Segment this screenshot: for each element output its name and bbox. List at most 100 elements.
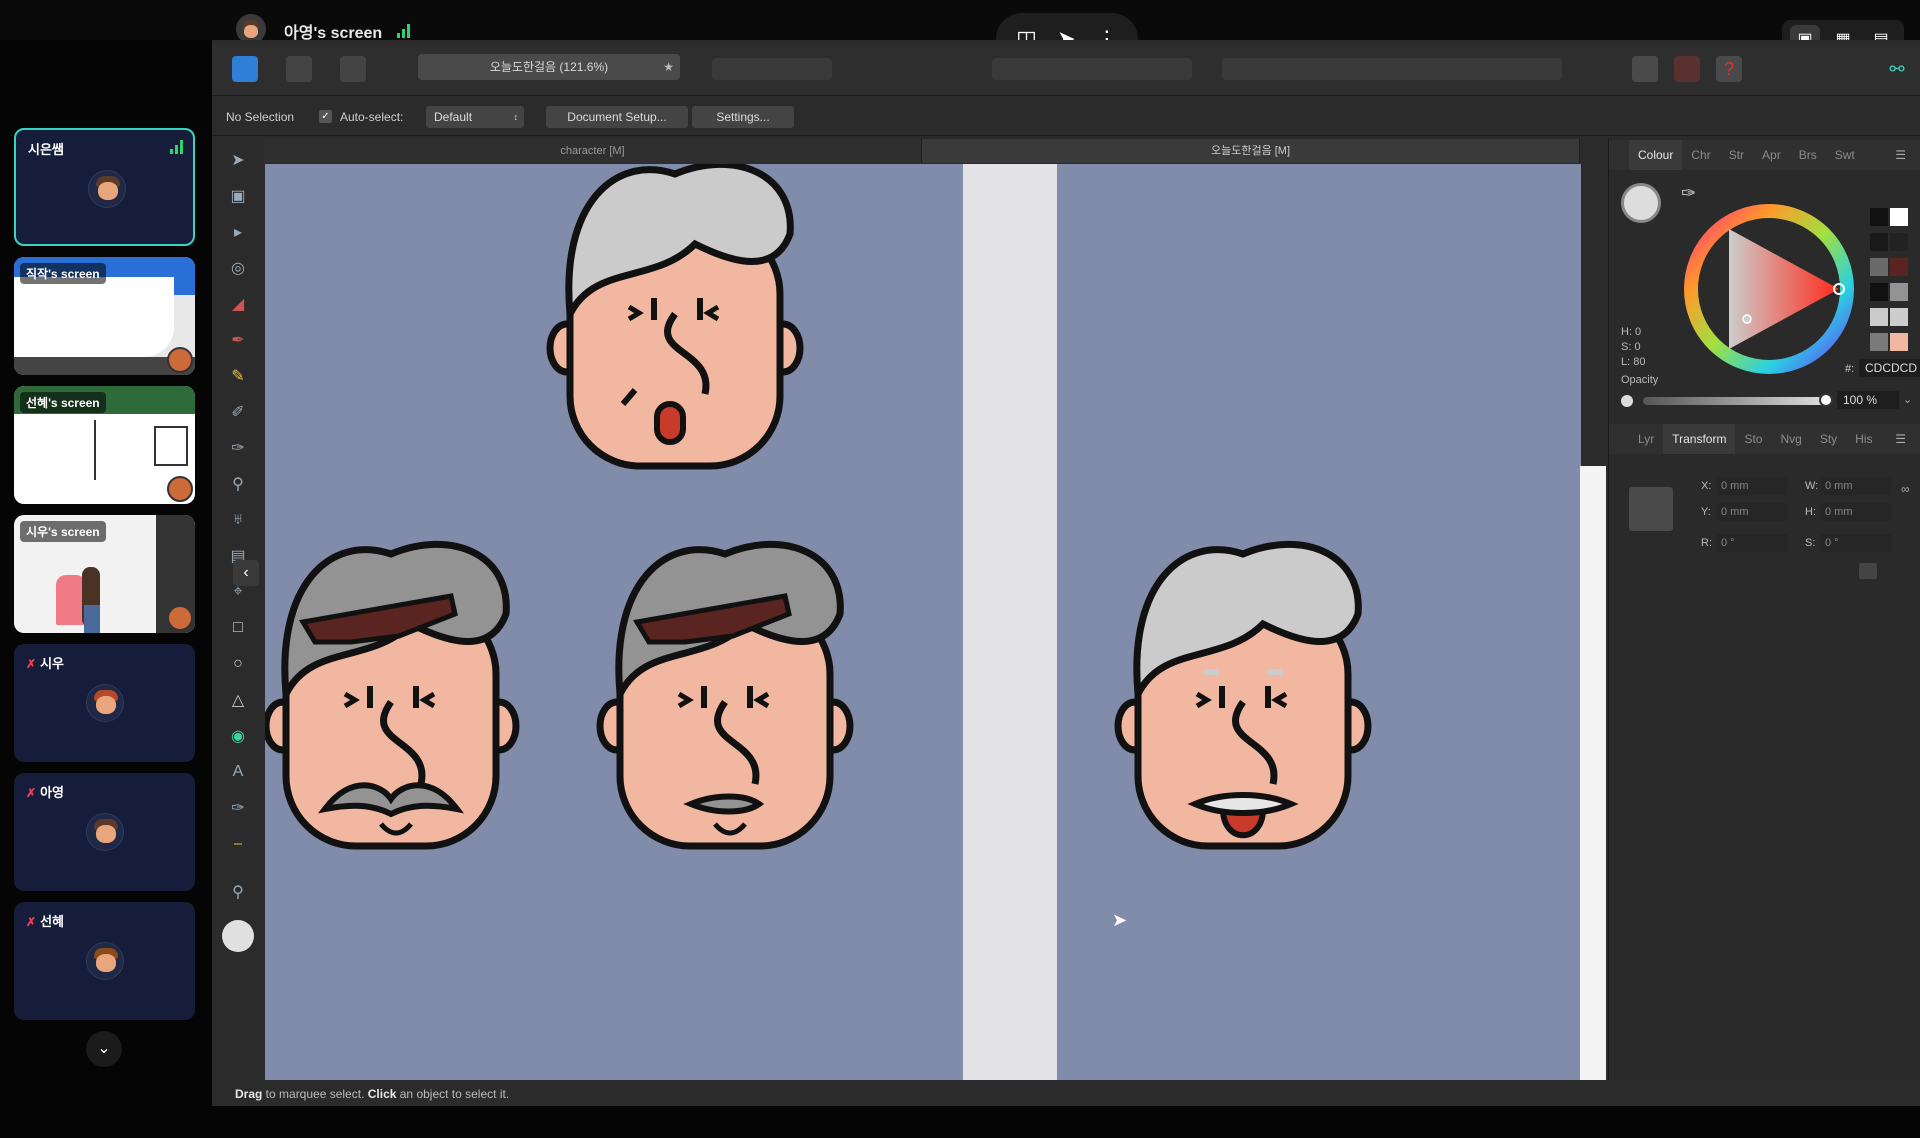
y-input[interactable]: 0 mm (1717, 503, 1787, 521)
move-tool-icon[interactable]: ➤ (226, 148, 250, 172)
auto-select-dropdown[interactable]: Default ↕ (426, 106, 524, 128)
document-setup-button[interactable]: Document Setup... (546, 106, 688, 128)
participant-name: 시우 (40, 656, 64, 671)
tab-stock[interactable]: Sto (1735, 424, 1771, 454)
status-drag: Drag (235, 1087, 263, 1101)
hex-input[interactable]: CDCDCD (1859, 359, 1920, 377)
help-icon[interactable]: ? (1716, 56, 1742, 82)
participant-tile[interactable]: ✗ 선혜 (14, 902, 195, 1020)
tab-layers[interactable]: Lyr (1629, 424, 1663, 454)
measure-tool-icon[interactable]: ⎯ (226, 832, 250, 856)
color-well-icon[interactable] (222, 920, 254, 952)
point-transform-icon[interactable]: ◎ (226, 256, 250, 280)
mic-muted-icon: ✗ (26, 786, 37, 800)
document-tabs: character [M] 오늘도한걸음 [M] (264, 139, 1580, 163)
saturation-value: S: 0 (1621, 341, 1641, 353)
screen-share-thumbnail[interactable]: 시우's screen (14, 515, 195, 633)
h-input[interactable]: 0 mm (1821, 503, 1891, 521)
menu-icon[interactable]: ☰ (1886, 424, 1915, 454)
character-face-sunglasses-mustache[interactable] (265, 540, 520, 850)
colour-wheel[interactable] (1679, 199, 1859, 379)
character-face-surprised[interactable] (546, 164, 804, 470)
ellipse-tool-icon[interactable]: ○ (226, 652, 250, 676)
transparency-tool-icon[interactable]: ♅ (226, 508, 250, 532)
tab-stroke[interactable]: Str (1720, 140, 1753, 170)
pencil-tool-icon[interactable]: ✎ (226, 364, 250, 388)
character-face-tongue[interactable] (1114, 540, 1372, 850)
shape-tool-icon[interactable]: ◉ (226, 724, 250, 748)
opacity-input[interactable]: 100 % (1837, 391, 1899, 409)
tab-character[interactable]: Chr (1682, 140, 1719, 170)
scroll-down-button[interactable]: ⌄ (86, 1031, 122, 1067)
x-input[interactable]: 0 mm (1717, 477, 1787, 495)
text-tool-icon[interactable]: A (226, 760, 250, 784)
tab-styles[interactable]: Sty (1811, 424, 1846, 454)
avatar (167, 605, 193, 631)
tab-character[interactable]: character [M] (264, 139, 922, 163)
snap-icon[interactable] (1632, 56, 1658, 82)
tab-navigator[interactable]: Nvg (1771, 424, 1810, 454)
settings-button[interactable]: Settings... (692, 106, 794, 128)
canvas[interactable] (265, 164, 1581, 1080)
document-title: 오늘도한걸음 (121.6%) ★ (418, 54, 680, 80)
align-tools-icon[interactable] (1222, 58, 1562, 80)
toolbar-group-icon[interactable] (712, 58, 832, 80)
opacity-slider[interactable] (1643, 397, 1825, 405)
opacity-slider-handle[interactable] (1819, 393, 1833, 407)
artboard-tool-icon[interactable]: ▣ (226, 184, 250, 208)
auto-select-checkbox[interactable]: ✓ (319, 110, 332, 123)
w-label: W: (1805, 480, 1819, 492)
chevron-down-icon[interactable]: ⌄ (1903, 393, 1912, 406)
rotation-input[interactable]: 0 ° (1717, 534, 1787, 552)
link-icon[interactable]: ∞ (1901, 482, 1910, 496)
boolean-ops-icon[interactable] (992, 58, 1192, 80)
document-title-text: 오늘도한걸음 (121.6%) (489, 60, 609, 74)
tab-swatches[interactable]: Swt (1826, 140, 1864, 170)
export-persona-icon[interactable] (340, 56, 366, 82)
screen-share-thumbnail[interactable]: 선혜's screen (14, 386, 195, 504)
selection-status: No Selection (226, 110, 295, 124)
tab-history[interactable]: His (1846, 424, 1881, 454)
triangle-tool-icon[interactable]: △ (226, 688, 250, 712)
fill-tool-icon[interactable]: ⚲ (226, 472, 250, 496)
corner-tool-icon[interactable]: ◢ (226, 292, 250, 316)
eyedropper-tool-icon[interactable]: ✑ (226, 796, 250, 820)
zoom-tool-icon[interactable]: ⚲ (226, 880, 250, 904)
tab-brushes[interactable]: Brs (1790, 140, 1826, 170)
shear-input[interactable]: 0 ° (1821, 534, 1891, 552)
menu-icon[interactable]: ☰ (1886, 140, 1915, 170)
participant-tile[interactable]: ✗ 아영 (14, 773, 195, 891)
pixel-persona-icon[interactable] (286, 56, 312, 82)
pen-tool-icon[interactable]: ✒ (226, 328, 250, 352)
opacity-label: Opacity (1621, 374, 1659, 386)
rectangle-tool-icon[interactable]: □ (226, 616, 250, 640)
paint-brush-icon[interactable]: ✑ (226, 436, 250, 460)
h-label: H: (1805, 506, 1816, 518)
participant-tile[interactable]: 시은쌤 (14, 128, 195, 246)
recent-swatches[interactable] (1869, 207, 1909, 357)
chevron-left-icon[interactable]: ‹ (233, 560, 259, 586)
mouse-cursor-icon: ➤ (1112, 910, 1128, 930)
tab-appearance[interactable]: Apr (1753, 140, 1790, 170)
participant-name: 시은쌤 (28, 142, 64, 157)
magnet-icon[interactable] (1674, 56, 1700, 82)
participant-name: 직작's screen (20, 263, 106, 284)
star-icon[interactable]: ★ (663, 54, 674, 80)
w-input[interactable]: 0 mm (1821, 477, 1891, 495)
opacity-dot-icon (1621, 395, 1633, 407)
participant-name: 선혜 (40, 914, 64, 929)
character-face-sunglasses[interactable] (596, 540, 854, 850)
tab-transform[interactable]: Transform (1663, 424, 1736, 454)
vector-brush-icon[interactable]: ✐ (226, 400, 250, 424)
transform-options-icon[interactable] (1859, 563, 1877, 579)
tab-colour[interactable]: Colour (1629, 140, 1683, 170)
tab-active-document[interactable]: 오늘도한걸음 [M] (922, 139, 1580, 163)
node-tool-icon[interactable]: ▸ (226, 220, 250, 244)
participant-tile[interactable]: ✗ 시우 (14, 644, 195, 762)
screen-share-thumbnail[interactable]: 직작's screen (14, 257, 195, 375)
auto-select-value: Default (434, 110, 473, 124)
anchor-selector-icon[interactable] (1629, 487, 1673, 531)
fill-stroke-well-icon[interactable] (1621, 183, 1661, 223)
user-icon[interactable]: ⚯ (1884, 56, 1910, 82)
designer-persona-icon[interactable] (232, 56, 258, 82)
